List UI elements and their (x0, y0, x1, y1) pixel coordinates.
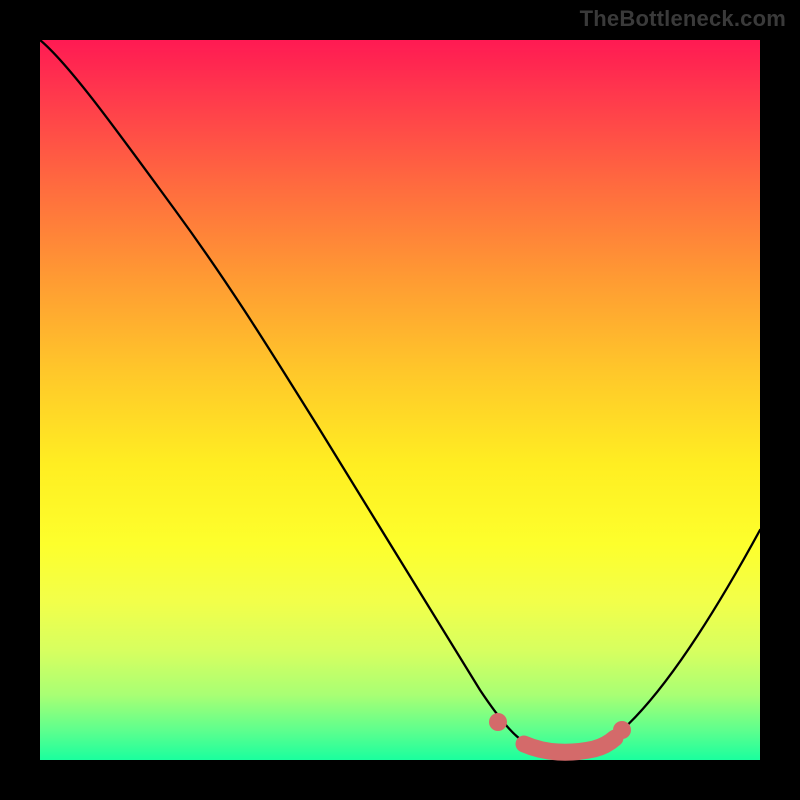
watermark-text: TheBottleneck.com (580, 6, 786, 32)
flat-band-dot-end (613, 721, 631, 739)
chart-plot-area (40, 40, 760, 760)
optimal-flat-band (524, 738, 615, 752)
chart-svg (40, 40, 760, 760)
flat-band-dot-start (489, 713, 507, 731)
bottleneck-curve (40, 40, 760, 753)
